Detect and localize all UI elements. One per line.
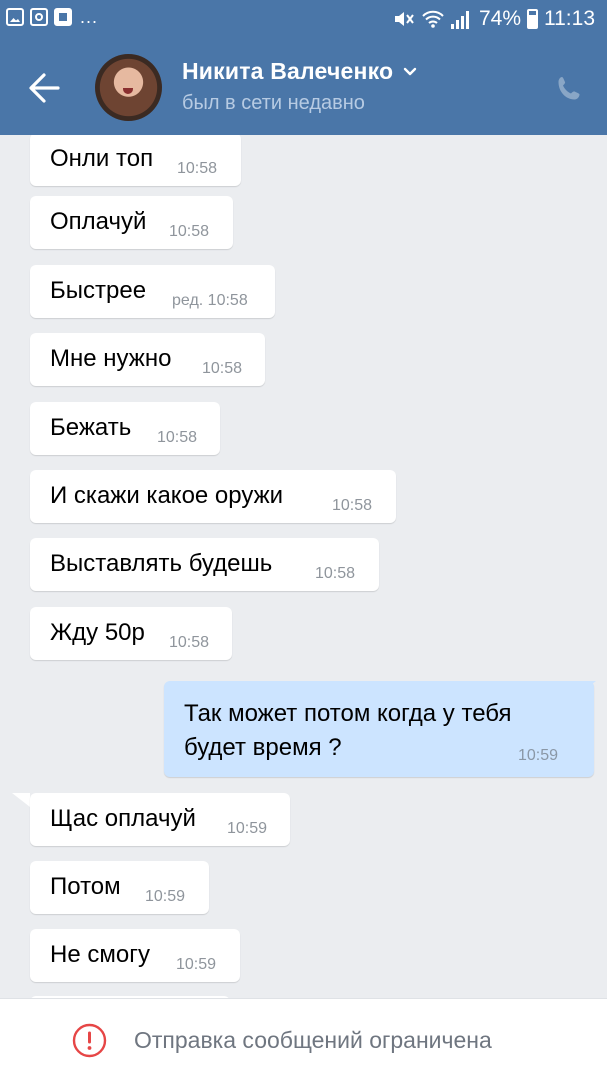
message-text: Бежать xyxy=(50,414,132,441)
message-text: Потом xyxy=(50,873,121,900)
battery-percent: 74% xyxy=(478,7,521,30)
message-outgoing[interactable]: Так может потом когда у тебя будет время… xyxy=(164,681,594,777)
message-time: 10:58 xyxy=(202,360,243,377)
message-text: Онли топ xyxy=(50,145,154,172)
message-incoming[interactable]: Не смогу 10:59 xyxy=(30,929,240,982)
message-text: Так может потом когда у тебя будет время… xyxy=(184,700,512,761)
phone-icon[interactable] xyxy=(553,73,585,105)
more-notifications-icon: ... xyxy=(80,7,99,27)
message-incoming[interactable]: Выставлять будешь 10:58 xyxy=(30,538,379,591)
message-incoming[interactable]: Мне нужно 10:58 xyxy=(30,333,265,386)
message-time: 10:58 xyxy=(177,160,218,177)
message-time: ред. 10:58 xyxy=(172,292,248,309)
message-incoming[interactable]: Жду 50р 10:58 xyxy=(30,607,232,660)
notification-icons: ... xyxy=(6,8,98,26)
back-arrow-icon[interactable] xyxy=(22,68,68,108)
message-text: Выставлять будешь xyxy=(50,550,273,577)
message-text: Не смогу xyxy=(50,941,150,968)
message-text: Оплачуй xyxy=(50,208,147,235)
message-time: 10:58 xyxy=(332,497,373,514)
message-incoming[interactable]: Потом 10:59 xyxy=(30,861,209,914)
system-icons: 74% 11:13 xyxy=(393,7,595,31)
message-text: Мне нужно xyxy=(50,345,172,372)
restriction-message: Отправка сообщений ограничена xyxy=(134,1027,492,1053)
message-text: Жду 50р xyxy=(50,619,145,646)
message-time: 10:59 xyxy=(176,956,217,973)
message-time: 10:59 xyxy=(517,747,558,764)
last-seen-status: был в сети недавно xyxy=(182,92,365,114)
flipboard-notification-icon xyxy=(54,8,72,26)
message-incoming[interactable]: Быстрее ред. 10:58 xyxy=(30,265,275,318)
message-incoming[interactable]: Щас оплачуй 10:59 xyxy=(30,793,290,846)
message-incoming[interactable]: Оплачуй 10:58 xyxy=(30,196,233,249)
signal-icon xyxy=(450,9,473,29)
message-time: 10:59 xyxy=(145,888,186,905)
message-time: 10:58 xyxy=(169,223,210,240)
message-time: 10:59 xyxy=(227,820,268,837)
wifi-icon xyxy=(422,10,444,28)
chevron-down-icon xyxy=(404,67,417,75)
mute-icon xyxy=(394,12,414,26)
chat-notification-icon xyxy=(30,8,48,26)
avatar[interactable] xyxy=(95,54,162,121)
clock: 11:13 xyxy=(544,7,595,30)
battery-icon xyxy=(527,9,538,29)
message-incoming[interactable]: Бежать 10:58 xyxy=(30,402,220,455)
alert-icon xyxy=(72,1023,107,1058)
message-time: 10:58 xyxy=(169,634,210,651)
message-text: Щас оплачуй xyxy=(50,805,196,832)
message-incoming[interactable]: Онли топ 10:58 xyxy=(30,135,241,186)
message-text: Быстрее xyxy=(50,277,147,304)
message-incoming[interactable]: И скажи какое оружи 10:58 xyxy=(30,470,396,523)
message-time: 10:58 xyxy=(157,429,198,446)
bubble-tail xyxy=(12,793,30,807)
contact-name-button[interactable]: Никита Валеченко xyxy=(182,58,417,85)
message-text: И скажи какое оружи xyxy=(50,482,284,509)
status-bar: ... 74% 11:13 xyxy=(0,0,607,40)
contact-name: Никита Валеченко xyxy=(182,58,394,84)
message-list[interactable]: Онли топ 10:58 Оплачуй 10:58 Быстрее ред… xyxy=(0,135,607,998)
chat-header: Никита Валеченко был в сети недавно xyxy=(0,40,607,135)
restriction-banner: Отправка сообщений ограничена xyxy=(0,998,607,1080)
gallery-notification-icon xyxy=(6,8,24,26)
message-time: 10:58 xyxy=(315,565,356,582)
